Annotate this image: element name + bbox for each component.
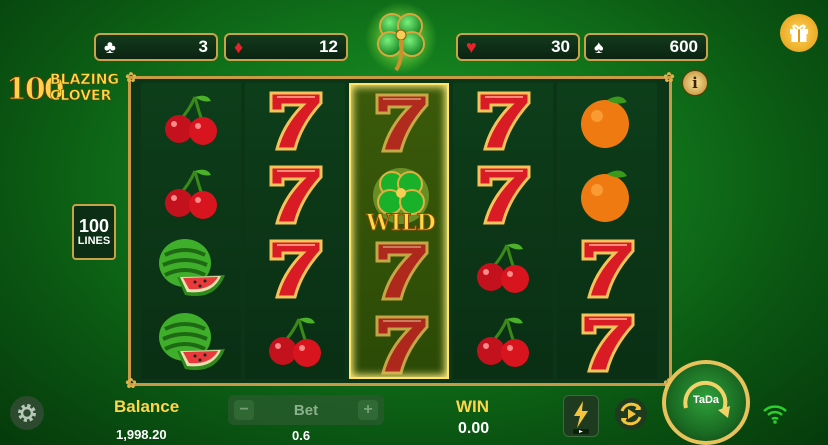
spin-button[interactable]: TaDa: [662, 360, 750, 445]
cherry-icon: [453, 305, 553, 379]
seven-icon: [245, 83, 345, 157]
balance-value: 1,998.20: [116, 427, 167, 442]
spade-icon: ♠: [594, 37, 604, 57]
seven-icon: [453, 83, 553, 157]
bet-control: − Bet +: [228, 395, 384, 425]
cherry-icon: [245, 305, 345, 379]
club-counter: ♣ 3: [94, 33, 218, 61]
settings-button[interactable]: [10, 396, 44, 430]
seven-icon: [453, 157, 553, 231]
bet-increase-button[interactable]: +: [357, 400, 378, 420]
orange-icon: [557, 83, 657, 157]
clover-emblem-icon: [365, 2, 437, 74]
reel-4: [453, 83, 553, 379]
autoplay-button[interactable]: [613, 396, 649, 432]
heart-count: 30: [551, 37, 570, 56]
balance-label: Balance: [114, 397, 180, 416]
logo-line1: BLAZING: [50, 72, 120, 89]
lines-label: LINES: [77, 235, 111, 247]
seven-icon: [351, 85, 451, 159]
bet-decrease-button[interactable]: −: [234, 400, 254, 420]
lightning-icon: [573, 401, 589, 434]
cherry-icon: [141, 157, 241, 231]
spin-label: TaDa: [692, 394, 720, 406]
seven-icon: [245, 157, 345, 231]
heart-icon: ♥: [466, 37, 477, 57]
bet-label: Bet: [293, 401, 319, 419]
info-button[interactable]: i: [682, 70, 708, 96]
seven-icon: [351, 307, 451, 381]
heart-counter: ♥ 30: [456, 33, 580, 61]
diamond-icon: ♦: [234, 37, 244, 57]
game-logo: 100 BLAZING CLOVER: [6, 70, 142, 110]
lines-number: 100: [78, 216, 110, 236]
orange-icon: [557, 157, 657, 231]
seven-icon: [351, 233, 451, 307]
bet-value: 0.6: [292, 428, 311, 443]
seven-icon: [557, 231, 657, 305]
wild-label: WILD: [366, 210, 437, 237]
wifi-icon: [763, 405, 787, 424]
seven-icon: [245, 231, 345, 305]
club-count: 3: [198, 37, 208, 56]
gift-icon: [790, 24, 808, 42]
gear-icon: [18, 404, 36, 422]
cherry-icon: [141, 83, 241, 157]
turbo-button[interactable]: [563, 395, 599, 437]
reels-frame: WILD: [128, 76, 672, 386]
frame-corner-tl: ✿: [125, 69, 137, 85]
reel-5: [557, 83, 657, 379]
logo-line2: CLOVER: [50, 88, 112, 105]
lines-badge: 100 LINES: [72, 204, 116, 260]
win-label: WIN: [456, 397, 490, 416]
watermelon-icon: [141, 305, 241, 379]
cherry-icon: [453, 231, 553, 305]
reel-1: [141, 83, 241, 379]
watermelon-icon: [141, 231, 241, 305]
club-icon: ♣: [104, 37, 116, 57]
spade-counter: ♠ 600: [584, 33, 708, 61]
diamond-count: 12: [319, 37, 338, 56]
reel-2: [245, 83, 345, 379]
seven-icon: [557, 305, 657, 379]
frame-corner-bl: ✿: [125, 375, 137, 391]
win-value: 0.00: [458, 420, 490, 437]
gift-button[interactable]: [780, 14, 818, 52]
diamond-counter: ♦ 12: [224, 33, 348, 61]
frame-corner-tr: ✿: [663, 69, 675, 85]
spade-count: 600: [669, 37, 698, 56]
